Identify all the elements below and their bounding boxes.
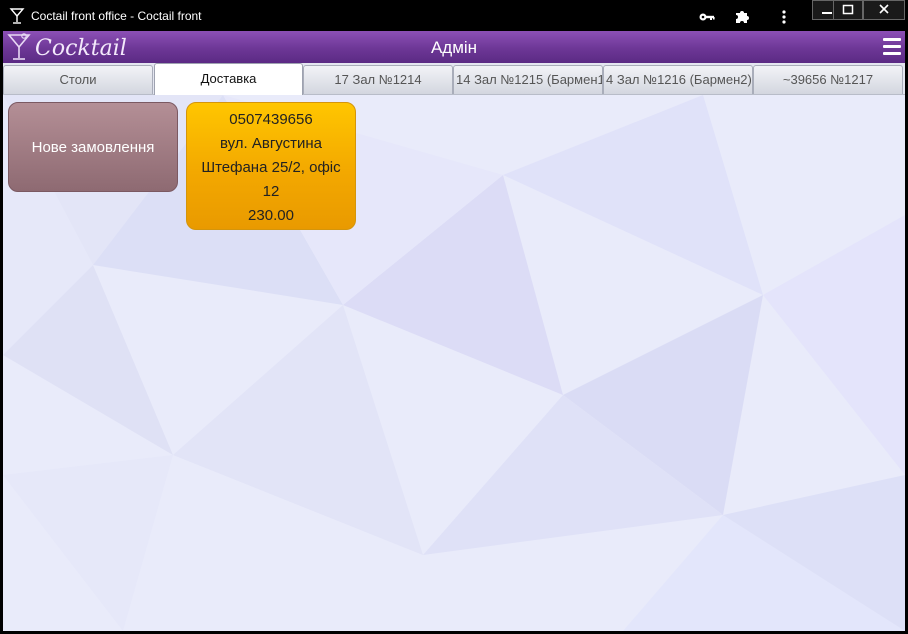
close-button[interactable]	[863, 0, 905, 20]
delivery-panel: Нове замовлення 0507439656 вул. Августин…	[3, 95, 905, 631]
tab-tables[interactable]: Столи	[3, 65, 153, 94]
cocktail-glass-icon	[9, 8, 25, 24]
window-title: Coctail front office - Coctail front	[31, 9, 202, 23]
tab-order-1215[interactable]: 14 Зал №1215 (Бармен1)	[453, 65, 603, 94]
key-icon[interactable]	[698, 8, 716, 26]
order-phone: 0507439656	[229, 111, 313, 128]
tab-order-1216[interactable]: 4 Зал №1216 (Бармен2)	[603, 65, 753, 94]
close-icon	[879, 4, 889, 14]
app-window: Coctail front office - Coctail front Coc…	[0, 0, 908, 634]
delivery-order-card[interactable]: 0507439656 вул. Августина Штефана 25/2, …	[186, 102, 356, 230]
tab-order-1217[interactable]: ~39656 №1217	[753, 65, 903, 94]
order-address-line2: Штефана 25/2, офіс	[201, 159, 341, 176]
tab-order-1214[interactable]: 17 Зал №1214	[303, 65, 453, 94]
puzzle-icon[interactable]	[733, 8, 751, 26]
tab-bar: Столи Доставка 17 Зал №1214 14 Зал №1215…	[3, 63, 905, 95]
app-header: Cocktail Адмін	[3, 31, 905, 63]
title-bar: Coctail front office - Coctail front	[3, 0, 905, 31]
user-name: Адмін	[430, 38, 478, 57]
maximize-button[interactable]	[833, 0, 863, 20]
order-amount: 230.00	[248, 207, 294, 224]
new-order-button[interactable]: Нове замовлення	[8, 102, 178, 192]
order-address-line1: вул. Августина	[219, 135, 323, 152]
hamburger-icon[interactable]	[883, 38, 901, 56]
order-address-line3: 12	[262, 183, 280, 200]
new-order-label: Нове замовлення	[31, 138, 155, 156]
more-vertical-icon[interactable]	[775, 8, 793, 26]
tab-delivery[interactable]: Доставка	[154, 63, 303, 95]
maximize-icon	[842, 4, 854, 15]
